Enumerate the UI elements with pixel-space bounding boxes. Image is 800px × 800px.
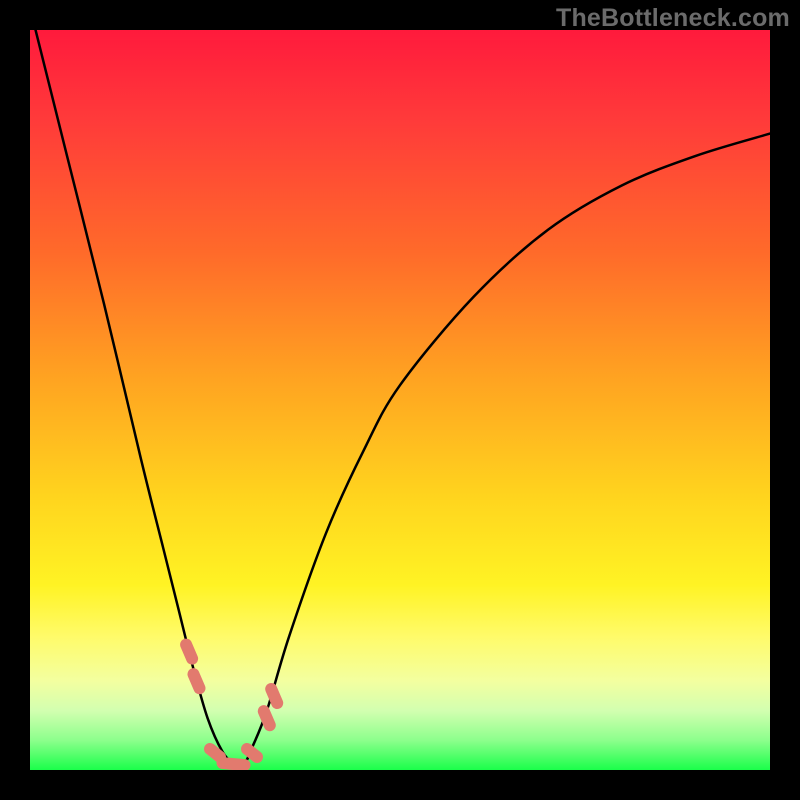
watermark-text: TheBottleneck.com	[556, 4, 790, 33]
right-ascent-dot2	[271, 689, 277, 703]
chart-frame: TheBottleneck.com	[0, 0, 800, 800]
valley-left-dash	[210, 749, 220, 757]
marker-group	[186, 645, 277, 765]
curve-svg	[30, 30, 770, 770]
left-descent-dot	[186, 645, 192, 659]
valley-floor	[223, 763, 245, 765]
valley-right-dash	[247, 749, 257, 757]
left-descent-dot2	[194, 674, 200, 688]
plot-area	[30, 30, 770, 770]
bottleneck-curve	[30, 30, 770, 764]
right-ascent-dot	[264, 711, 270, 725]
